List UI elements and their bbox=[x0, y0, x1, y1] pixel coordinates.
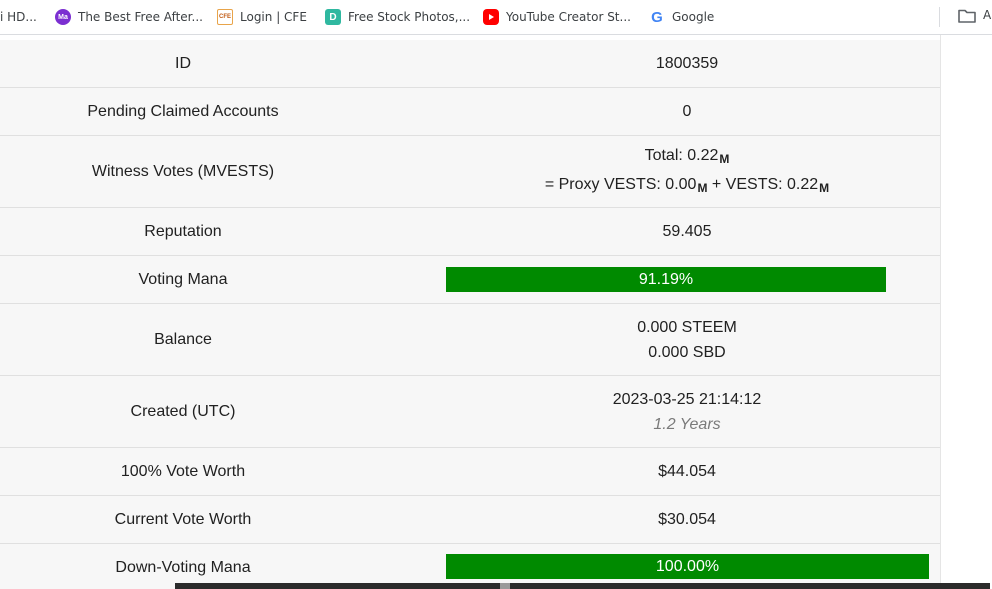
vests-text: + VESTS: 0.22 bbox=[707, 175, 819, 193]
steem-balance: 0.000 STEEM bbox=[637, 318, 737, 336]
bookmark-item[interactable]: D Free Stock Photos,... bbox=[325, 8, 470, 26]
account-age: 1.2 Years bbox=[653, 415, 721, 433]
account-info-table: ID 1800359 Pending Claimed Accounts 0 Wi… bbox=[0, 40, 940, 589]
row-label: Pending Claimed Accounts bbox=[87, 102, 279, 120]
row-label: Reputation bbox=[144, 222, 222, 240]
bookmark-label: The Best Free After... bbox=[78, 10, 203, 24]
horizontal-scrollbar[interactable] bbox=[175, 583, 990, 589]
bookmark-item[interactable]: Ma The Best Free After... bbox=[55, 8, 203, 26]
right-pane bbox=[940, 35, 992, 589]
row-value: 2023-03-25 21:14:12 1.2 Years bbox=[436, 376, 938, 447]
table-row-id: ID 1800359 bbox=[0, 40, 940, 88]
table-row-voting-mana: Voting Mana 91.19% bbox=[0, 256, 940, 304]
row-value: 59.405 bbox=[436, 208, 938, 255]
bookmarks-bar: i HD... Ma The Best Free After... CFE Lo… bbox=[0, 0, 992, 35]
table-row-witness: Witness Votes (MVESTS) Total: 0.22M = Pr… bbox=[0, 136, 940, 208]
vote-worth-value: $44.054 bbox=[658, 463, 716, 480]
youtube-icon bbox=[483, 9, 499, 25]
table-row-reputation: Reputation 59.405 bbox=[0, 208, 940, 256]
current-vote-value: $30.054 bbox=[658, 511, 716, 528]
folder-icon[interactable] bbox=[958, 9, 976, 23]
bookmark-overflow-label[interactable]: A bbox=[983, 8, 991, 22]
bookmark-item[interactable]: CFE Login | CFE bbox=[217, 8, 307, 26]
row-value: $30.054 bbox=[436, 496, 938, 543]
scrollbar-thumb-gap bbox=[500, 583, 510, 589]
down-voting-mana-value: 100.00% bbox=[655, 557, 720, 575]
row-label: Witness Votes (MVESTS) bbox=[91, 162, 275, 180]
row-label: 100% Vote Worth bbox=[120, 462, 246, 480]
row-value: Total: 0.22M = Proxy VESTS: 0.00M + VEST… bbox=[436, 136, 938, 207]
witness-total-line: Total: 0.22M bbox=[645, 143, 730, 172]
bookmark-label: Google bbox=[672, 10, 715, 24]
unit-m: M bbox=[719, 151, 730, 166]
row-value: 0 bbox=[436, 88, 938, 135]
unit-m: M bbox=[697, 180, 708, 195]
unit-m: M bbox=[819, 180, 830, 195]
voting-mana-value: 91.19% bbox=[638, 270, 694, 288]
bookmark-item[interactable]: G Google bbox=[649, 8, 714, 26]
pending-value: 0 bbox=[682, 103, 692, 120]
reputation-value: 59.405 bbox=[662, 223, 712, 240]
row-value: 1800359 bbox=[436, 40, 938, 87]
table-row-current-vote: Current Vote Worth $30.054 bbox=[0, 496, 940, 544]
row-label: ID bbox=[175, 54, 191, 72]
cfe-logo-icon: CFE bbox=[217, 9, 233, 25]
bookmark-item[interactable]: YouTube Creator St... bbox=[483, 8, 631, 26]
down-voting-mana-bar: 100.00% bbox=[446, 554, 929, 579]
table-row-pending: Pending Claimed Accounts 0 bbox=[0, 88, 940, 136]
table-row-created: Created (UTC) 2023-03-25 21:14:12 1.2 Ye… bbox=[0, 376, 940, 448]
proxy-vests-text: = Proxy VESTS: 0.00 bbox=[544, 175, 697, 193]
bookmark-label: Free Stock Photos,... bbox=[348, 10, 471, 24]
bookmark-label: i HD... bbox=[0, 10, 37, 24]
ma-logo-icon: Ma bbox=[55, 9, 71, 25]
row-label: Voting Mana bbox=[138, 270, 228, 288]
row-value: $44.054 bbox=[436, 448, 938, 495]
table-row-balance: Balance 0.000 STEEM 0.000 SBD bbox=[0, 304, 940, 376]
row-label: Created (UTC) bbox=[130, 402, 236, 420]
google-icon: G bbox=[651, 8, 663, 26]
d-logo-icon: D bbox=[325, 9, 341, 25]
bookmark-item[interactable]: i HD... bbox=[0, 8, 37, 26]
table-row-vote-worth: 100% Vote Worth $44.054 bbox=[0, 448, 940, 496]
bookmark-label: Login | CFE bbox=[240, 10, 307, 24]
witness-breakdown-line: = Proxy VESTS: 0.00M + VESTS: 0.22M bbox=[545, 172, 829, 201]
row-label: Current Vote Worth bbox=[114, 510, 252, 528]
bookmark-label: YouTube Creator St... bbox=[506, 10, 631, 24]
row-value: 0.000 STEEM 0.000 SBD bbox=[436, 304, 938, 375]
voting-mana-bar: 91.19% bbox=[446, 267, 886, 292]
id-value: 1800359 bbox=[655, 55, 719, 72]
created-datetime: 2023-03-25 21:14:12 bbox=[612, 390, 762, 408]
sbd-balance: 0.000 SBD bbox=[648, 343, 726, 361]
bookmarks-divider bbox=[939, 7, 940, 27]
witness-total-text: Total: 0.22 bbox=[644, 146, 719, 164]
row-label: Balance bbox=[154, 330, 212, 348]
